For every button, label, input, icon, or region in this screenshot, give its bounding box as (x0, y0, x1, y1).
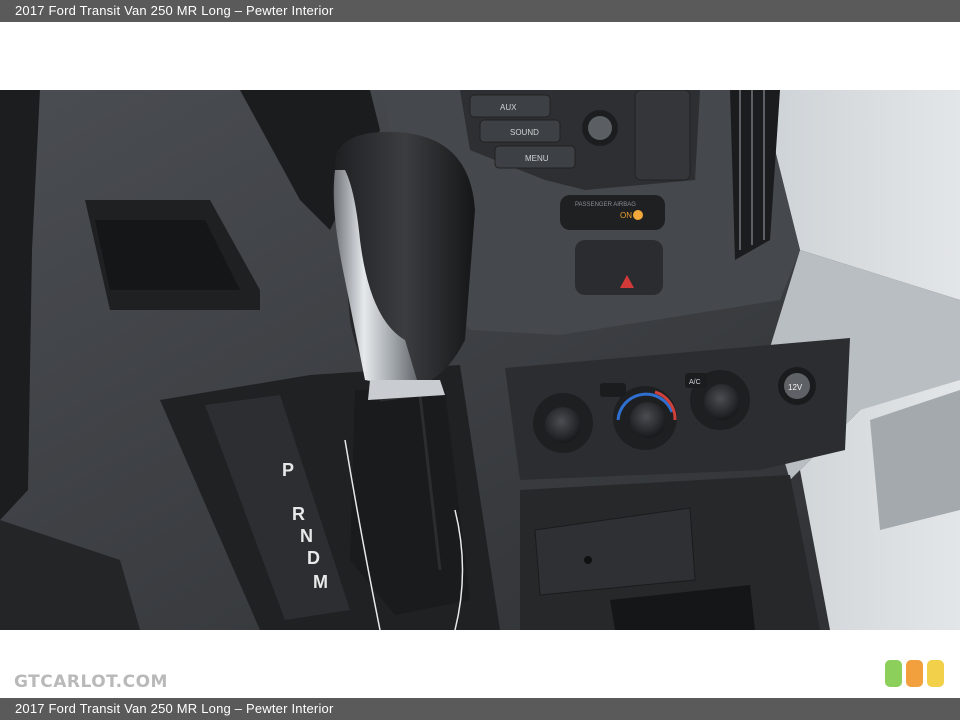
temperature-dial (630, 402, 666, 438)
gear-r: R (292, 504, 305, 524)
caption-bar-bottom: 2017 Ford Transit Van 250 MR Long – Pewt… (0, 698, 960, 720)
gear-m: M (313, 572, 328, 592)
gear-p: P (282, 460, 294, 480)
green-light-icon (885, 660, 902, 687)
caption-text: 2017 Ford Transit Van 250 MR Long – Pewt… (15, 3, 334, 18)
airbag-state: ON (620, 211, 632, 220)
recirc-button (600, 383, 626, 397)
traffic-light-logo (885, 660, 945, 688)
airbag-label: PASSENGER AIRBAG (575, 202, 636, 208)
orange-light-icon (906, 660, 923, 687)
hazard-button (575, 240, 663, 295)
vehicle-photo: AUX SOUND MENU PASSENGER AIRBAG ON P R N… (0, 90, 960, 630)
caption-text: 2017 Ford Transit Van 250 MR Long – Pewt… (15, 701, 334, 716)
caption-bar-top: 2017 Ford Transit Van 250 MR Long – Pewt… (0, 0, 960, 22)
ac-label: A/C (689, 379, 701, 386)
aux-label: AUX (500, 103, 517, 112)
site-watermark: GTCARLOT.COM (14, 672, 168, 692)
sound-label: SOUND (510, 128, 539, 137)
power-outlet-label: 12V (788, 383, 803, 392)
yellow-light-icon (927, 660, 944, 687)
air-mode-dial (704, 384, 740, 420)
gear-n: N (300, 526, 313, 546)
interior-photo-illustration: AUX SOUND MENU PASSENGER AIRBAG ON P R N… (0, 90, 960, 630)
fan-speed-dial (545, 407, 581, 443)
gear-d: D (307, 548, 320, 568)
airbag-indicator (560, 195, 665, 230)
menu-label: MENU (525, 154, 549, 163)
